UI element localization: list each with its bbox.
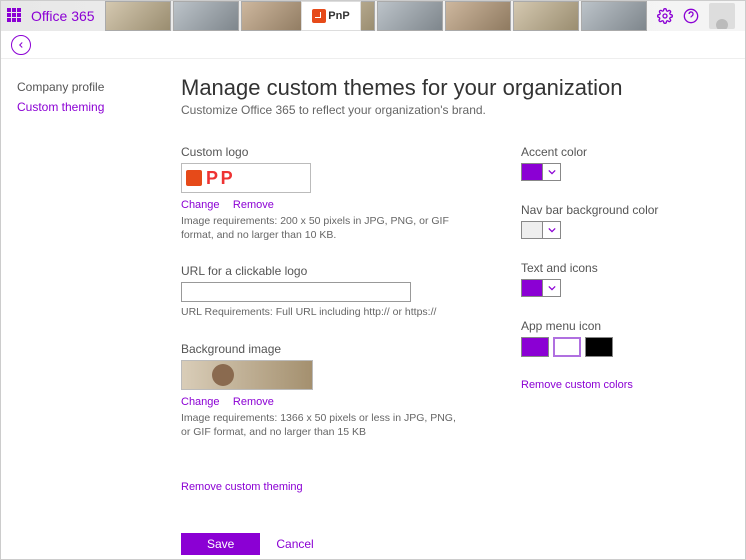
logo-url-input[interactable] <box>181 282 411 302</box>
page-title: Manage custom themes for your organizati… <box>181 75 725 101</box>
bg-hint: Image requirements: 1366 x 50 pixels or … <box>181 411 461 439</box>
logo-url-field: URL for a clickable logo URL Requirement… <box>181 264 461 319</box>
nav-bg-color-label: Nav bar background color <box>521 203 691 217</box>
page-subtitle: Customize Office 365 to reflect your org… <box>181 103 725 117</box>
cancel-button[interactable]: Cancel <box>276 537 313 551</box>
text-icons-color-swatch[interactable] <box>521 279 543 297</box>
logo-url-label: URL for a clickable logo <box>181 264 461 278</box>
custom-logo-preview: P P <box>181 163 311 193</box>
bg-remove-link[interactable]: Remove <box>233 396 274 408</box>
brand-title: Office 365 <box>31 8 95 24</box>
background-image-field: Background image Change Remove Image req… <box>181 342 461 439</box>
text-icons-color-field: Text and icons <box>521 261 691 297</box>
text-icons-color-label: Text and icons <box>521 261 691 275</box>
accent-color-label: Accent color <box>521 145 691 159</box>
save-button[interactable]: Save <box>181 533 260 555</box>
app-menu-icon-label: App menu icon <box>521 319 691 333</box>
sub-bar <box>1 31 745 59</box>
pnp-logo-block: PnP <box>301 1 361 31</box>
settings-icon[interactable] <box>657 8 673 24</box>
logo-remove-link[interactable]: Remove <box>233 199 274 211</box>
app-menu-option-black[interactable] <box>585 337 613 357</box>
header-banner <box>105 1 647 31</box>
app-launcher-icon[interactable] <box>7 8 23 24</box>
sidebar: Company profile Custom theming <box>1 59 161 559</box>
accent-color-field: Accent color <box>521 145 691 181</box>
logo-change-link[interactable]: Change <box>181 199 220 211</box>
accent-color-dropdown[interactable] <box>543 163 561 181</box>
remove-colors-link[interactable]: Remove custom colors <box>521 379 681 391</box>
background-image-preview <box>181 360 313 390</box>
accent-color-swatch[interactable] <box>521 163 543 181</box>
sidebar-item-custom-theming[interactable]: Custom theming <box>17 97 161 117</box>
nav-bg-color-dropdown[interactable] <box>543 221 561 239</box>
help-icon[interactable] <box>683 8 699 24</box>
background-image-label: Background image <box>181 342 461 356</box>
nav-bg-color-swatch[interactable] <box>521 221 543 239</box>
nav-bg-color-field: Nav bar background color <box>521 203 691 239</box>
bg-change-link[interactable]: Change <box>181 396 220 408</box>
logo-url-hint: URL Requirements: Full URL including htt… <box>181 305 461 319</box>
app-menu-option-white[interactable] <box>553 337 581 357</box>
custom-logo-label: Custom logo <box>181 145 461 159</box>
text-icons-color-dropdown[interactable] <box>543 279 561 297</box>
app-menu-option-purple[interactable] <box>521 337 549 357</box>
sidebar-item-company-profile[interactable]: Company profile <box>17 77 161 97</box>
custom-logo-field: Custom logo P P Change Remove Image requ… <box>181 145 461 242</box>
back-button[interactable] <box>11 35 31 55</box>
logo-hint: Image requirements: 200 x 50 pixels in J… <box>181 214 461 242</box>
pnp-label: PnP <box>328 10 349 22</box>
user-avatar[interactable] <box>709 3 735 29</box>
remove-theming-link[interactable]: Remove custom theming <box>181 481 303 493</box>
pnp-logo-icon <box>312 9 326 23</box>
app-menu-icon-field: App menu icon <box>521 319 691 357</box>
main-content: Manage custom themes for your organizati… <box>161 59 745 559</box>
top-bar: Office 365 PnP <box>1 1 745 31</box>
